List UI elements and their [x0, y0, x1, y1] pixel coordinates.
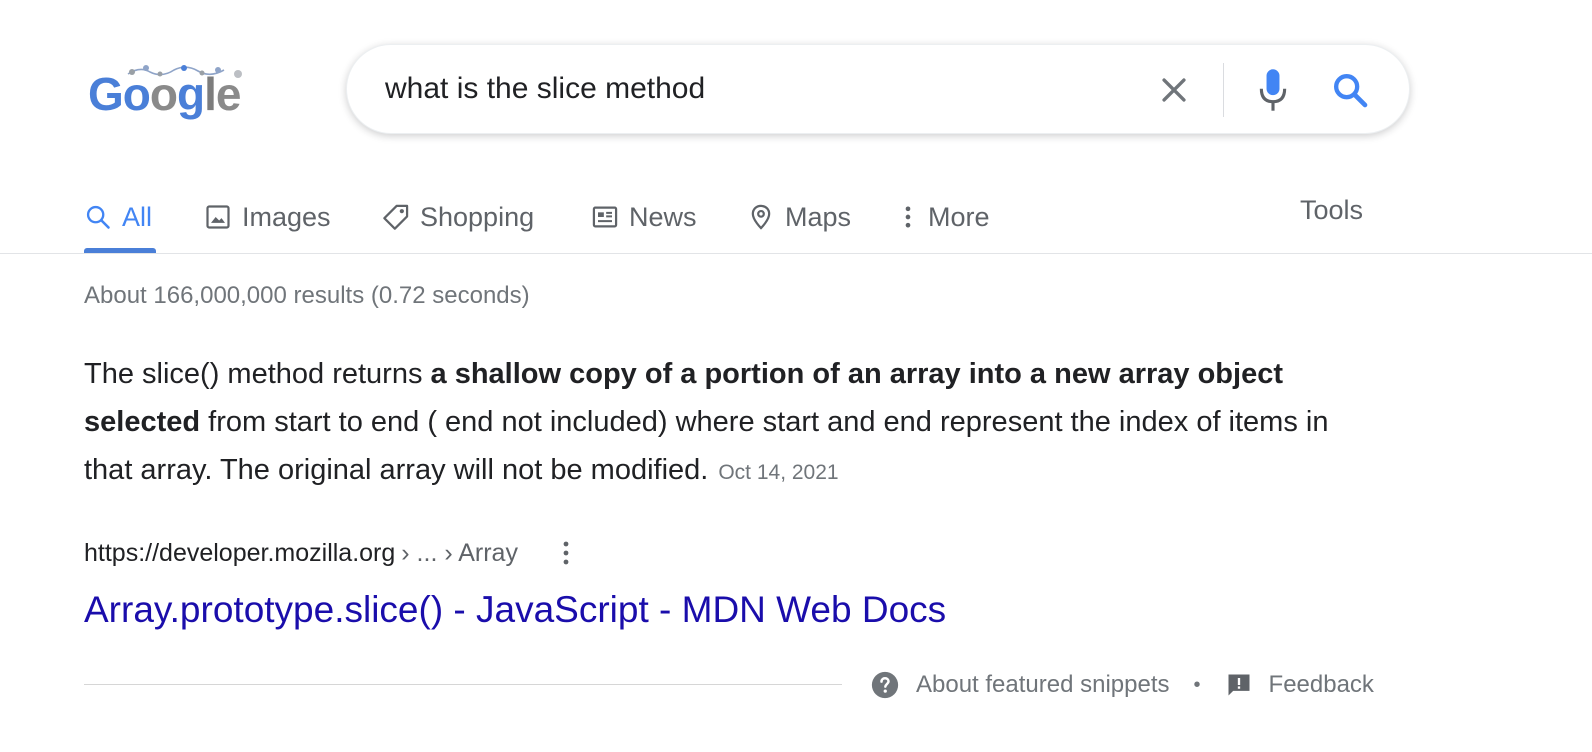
tab-shopping-label: Shopping: [420, 201, 535, 232]
cite-path: › ... › Array: [401, 538, 518, 567]
snippet-text-after: from start to end ( end not included) wh…: [84, 406, 1329, 486]
feedback-icon: [1228, 674, 1250, 696]
search-bar: [346, 44, 1410, 134]
search-icon: [86, 205, 110, 229]
tab-news-label: News: [629, 201, 697, 232]
result-title-link[interactable]: Array.prototype.slice() - JavaScript - M…: [84, 588, 946, 632]
tab-images-label: Images: [242, 201, 331, 232]
footer-separator: •: [1193, 673, 1201, 696]
help-icon: [871, 671, 899, 699]
tab-more[interactable]: More: [898, 192, 990, 242]
tools-button[interactable]: Tools: [1300, 192, 1363, 228]
cite-domain: https://developer.mozilla.org: [84, 538, 396, 567]
microphone-icon: [1259, 69, 1287, 111]
search-input[interactable]: [385, 67, 1125, 111]
snippet-footer: About featured snippets • Feedback: [870, 668, 1374, 702]
search-bar-divider: [1223, 63, 1224, 117]
tab-images[interactable]: Images: [204, 192, 331, 242]
voice-search-button[interactable]: [1253, 65, 1293, 115]
vertical-dots-icon: [905, 206, 911, 228]
tab-maps-label: Maps: [785, 201, 852, 232]
newspaper-icon: [592, 206, 618, 228]
google-doodle-logo[interactable]: Google: [88, 62, 246, 124]
tab-maps[interactable]: Maps: [747, 192, 851, 242]
map-pin-icon: [751, 204, 771, 230]
tab-all-label: All: [122, 201, 153, 232]
result-stats: About 166,000,000 results (0.72 seconds): [84, 282, 530, 309]
result-cite: https://developer.mozilla.org › ... › Ar…: [84, 536, 576, 570]
about-featured-snippets-link[interactable]: About featured snippets: [870, 670, 1170, 700]
vertical-dots-icon: [563, 541, 569, 565]
logo-wordmark: Google: [88, 68, 241, 120]
tab-more-label: More: [928, 201, 990, 232]
result-options-button[interactable]: [556, 538, 576, 568]
feedback-label: Feedback: [1268, 671, 1374, 698]
tabs-divider: [0, 253, 1592, 254]
tab-shopping[interactable]: Shopping: [382, 192, 534, 242]
close-icon: [1162, 78, 1186, 102]
search-icon: [1333, 73, 1368, 108]
snippet-text-before: The slice() method returns: [84, 358, 431, 390]
tab-news[interactable]: News: [591, 192, 697, 242]
featured-snippet-text: The slice() method returns a shallow cop…: [84, 350, 1374, 497]
tab-all[interactable]: All: [84, 192, 152, 242]
about-featured-snippets-label: About featured snippets: [916, 671, 1170, 698]
feedback-link[interactable]: Feedback: [1225, 671, 1374, 699]
snippet-date: Oct 14, 2021: [718, 461, 839, 484]
clear-search-button[interactable]: [1153, 69, 1195, 111]
google-search-button[interactable]: [1327, 67, 1373, 113]
tag-icon: [383, 204, 409, 230]
image-icon: [206, 205, 230, 229]
snippet-footer-divider: [84, 684, 842, 685]
